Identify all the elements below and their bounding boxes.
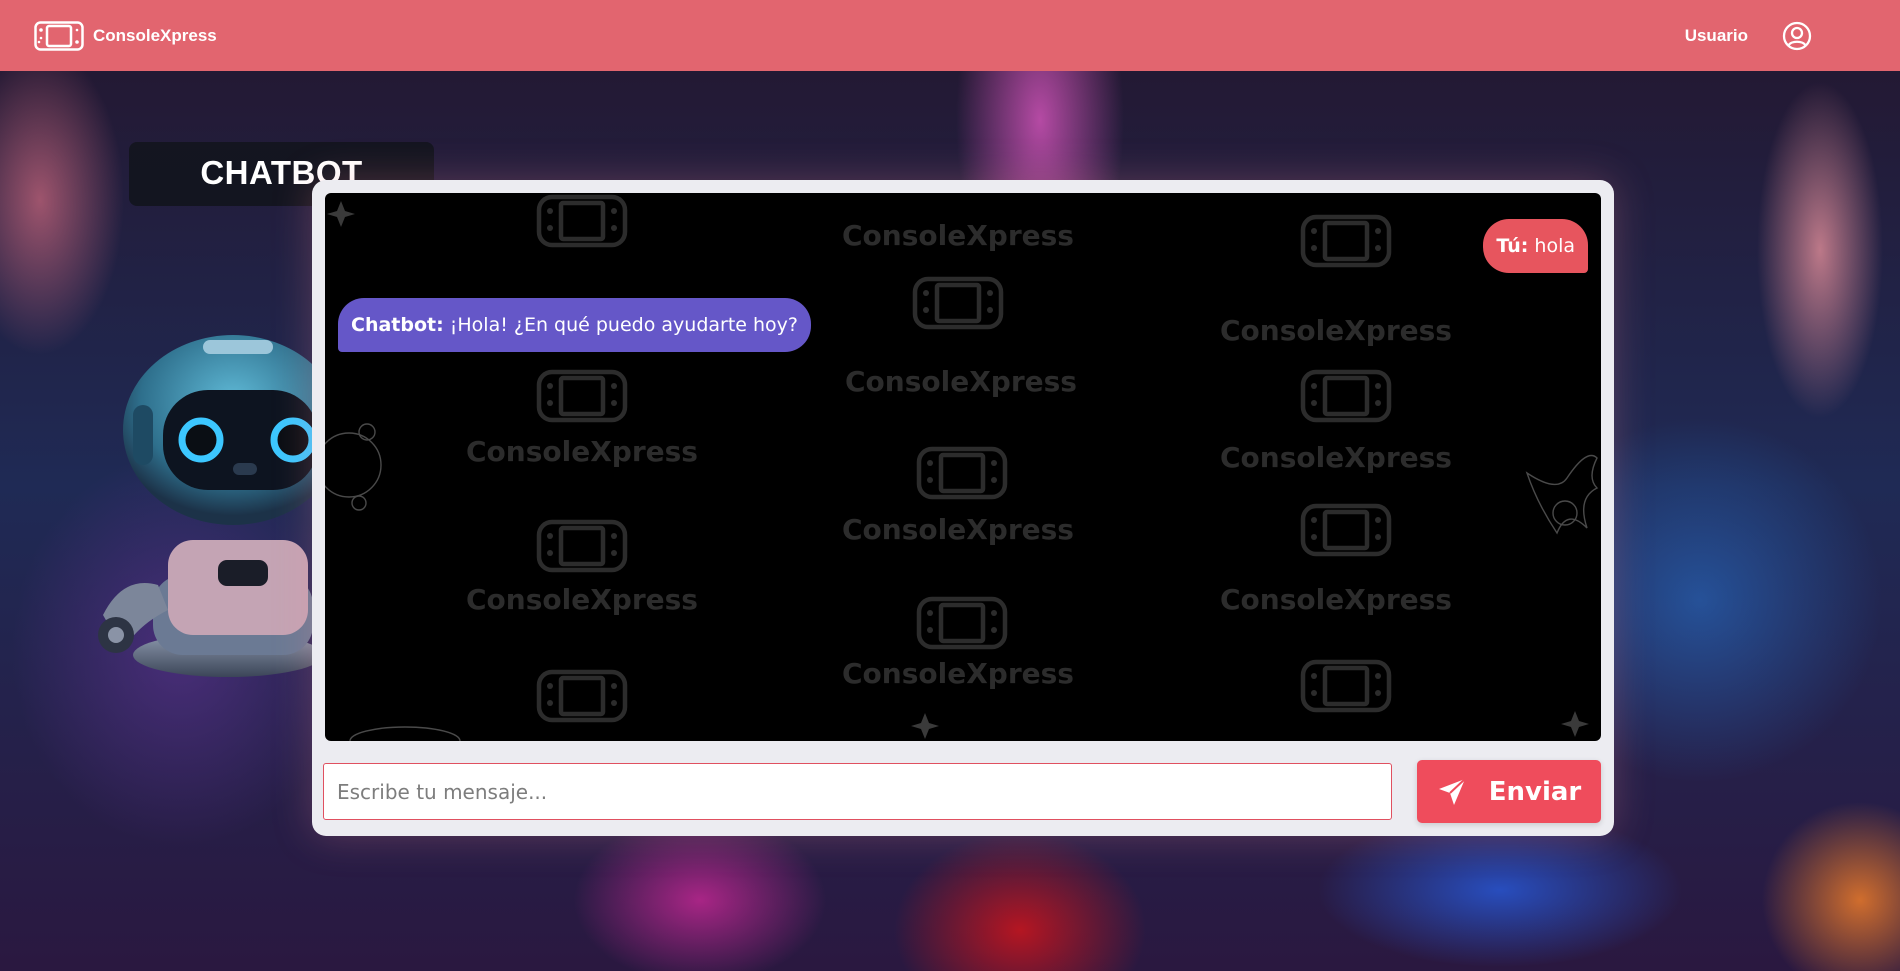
- nav-right: Usuario: [1685, 21, 1812, 51]
- watermark-text: ConsoleXpress: [466, 583, 698, 616]
- send-button[interactable]: Enviar: [1417, 760, 1601, 823]
- send-button-label: Enviar: [1488, 776, 1582, 807]
- user-message-bubble: Tú: hola: [1483, 219, 1588, 273]
- chat-messages-area[interactable]: ConsoleXpress ConsoleXpress ConsoleXpres…: [325, 193, 1601, 741]
- chat-panel: ConsoleXpress ConsoleXpress ConsoleXpres…: [312, 180, 1614, 836]
- console-icon: [34, 20, 84, 51]
- watermark-text: ConsoleXpress: [845, 365, 1077, 398]
- bot-message-bubble: Chatbot: ¡Hola! ¿En qué puedo ayudarte h…: [338, 298, 812, 352]
- watermark-text: ConsoleXpress: [466, 435, 698, 468]
- brand[interactable]: ConsoleXpress: [34, 20, 217, 51]
- brand-name: ConsoleXpress: [93, 25, 217, 45]
- watermark-text: ConsoleXpress: [1220, 441, 1452, 474]
- message-input[interactable]: [323, 763, 1392, 820]
- robot-mascot-icon: [98, 335, 328, 677]
- user-menu-link[interactable]: Usuario: [1685, 26, 1748, 46]
- watermark-text: ConsoleXpress: [1220, 583, 1452, 616]
- watermark-pattern: ConsoleXpress ConsoleXpress ConsoleXpres…: [325, 193, 1599, 741]
- message-sender: Chatbot:: [351, 314, 444, 336]
- message-text: hola: [1528, 235, 1575, 257]
- user-circle-icon[interactable]: [1782, 21, 1812, 51]
- message-text: ¡Hola! ¿En qué puedo ayudarte hoy?: [443, 314, 799, 336]
- send-icon: [1438, 777, 1466, 805]
- watermark-text: ConsoleXpress: [1220, 314, 1452, 347]
- watermark-text: ConsoleXpress: [842, 219, 1074, 252]
- message-sender: Tú:: [1496, 235, 1529, 257]
- watermark-text: ConsoleXpress: [842, 513, 1074, 546]
- top-navbar: ConsoleXpress Usuario: [0, 0, 1900, 71]
- watermark-text: ConsoleXpress: [842, 657, 1074, 690]
